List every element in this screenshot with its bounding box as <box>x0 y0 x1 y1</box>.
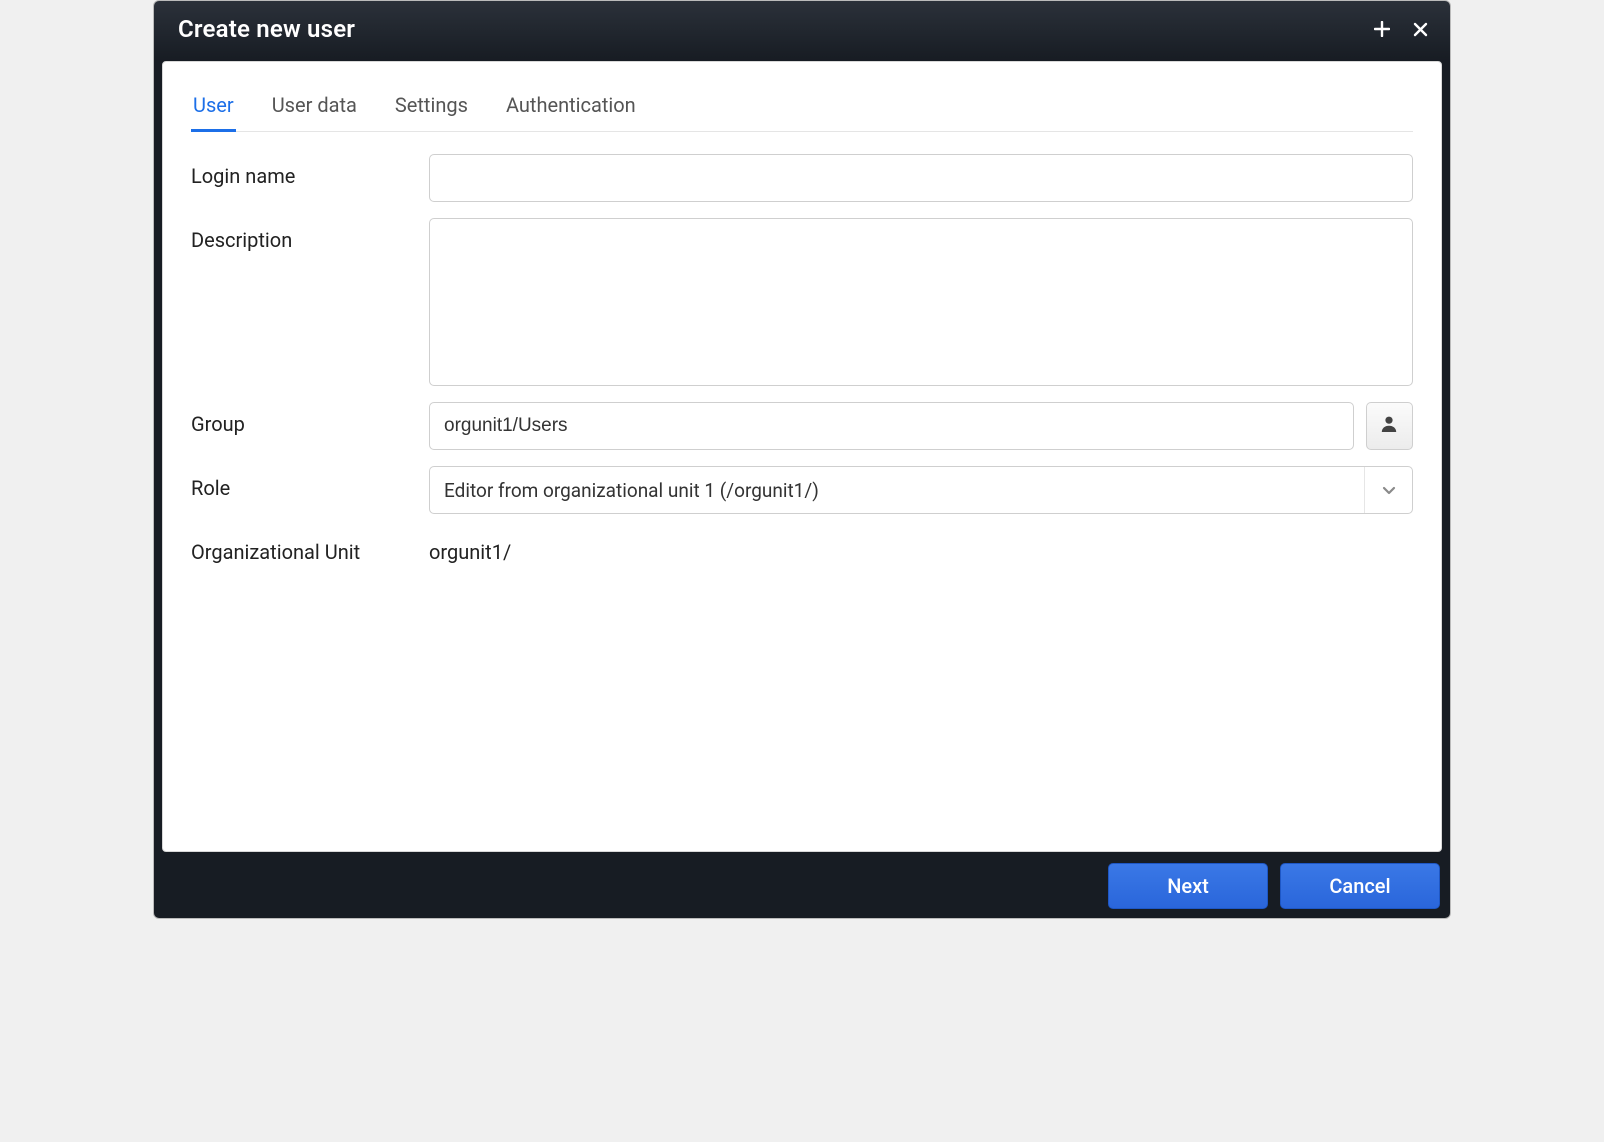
dialog-footer: Next Cancel <box>154 860 1450 918</box>
label-description: Description <box>191 218 429 252</box>
tabs: User User data Settings Authentication <box>191 86 1413 132</box>
role-select[interactable]: Editor from organizational unit 1 (/orgu… <box>429 466 1413 514</box>
row-role: Role Editor from organizational unit 1 (… <box>191 466 1413 514</box>
cancel-button[interactable]: Cancel <box>1280 863 1440 909</box>
row-group: Group <box>191 402 1413 450</box>
row-org-unit: Organizational Unit orgunit1/ <box>191 530 1413 564</box>
next-button[interactable]: Next <box>1108 863 1268 909</box>
label-login-name: Login name <box>191 154 429 188</box>
close-icon[interactable] <box>1410 19 1430 39</box>
row-login-name: Login name <box>191 154 1413 202</box>
login-name-input[interactable] <box>429 154 1413 202</box>
label-group: Group <box>191 402 429 436</box>
group-input[interactable] <box>429 402 1354 450</box>
form: Login name Description Group <box>191 154 1413 833</box>
add-icon[interactable] <box>1372 19 1392 39</box>
org-unit-value: orgunit1/ <box>429 530 511 564</box>
tab-user-data[interactable]: User data <box>270 87 359 132</box>
tab-authentication[interactable]: Authentication <box>504 87 638 132</box>
dialog-window: Create new user User User data Settings … <box>153 0 1451 919</box>
tab-settings[interactable]: Settings <box>393 87 470 132</box>
dialog-title: Create new user <box>178 15 355 43</box>
row-description: Description <box>191 218 1413 386</box>
label-org-unit: Organizational Unit <box>191 530 429 564</box>
person-icon <box>1379 414 1399 438</box>
dialog-content: User User data Settings Authentication L… <box>162 61 1442 852</box>
titlebar: Create new user <box>154 1 1450 57</box>
chevron-down-icon <box>1364 467 1412 513</box>
tab-user[interactable]: User <box>191 87 236 132</box>
description-textarea[interactable] <box>429 218 1413 386</box>
label-role: Role <box>191 466 429 500</box>
titlebar-actions <box>1372 19 1430 39</box>
group-picker-button[interactable] <box>1366 402 1413 450</box>
role-select-value: Editor from organizational unit 1 (/orgu… <box>444 479 819 502</box>
